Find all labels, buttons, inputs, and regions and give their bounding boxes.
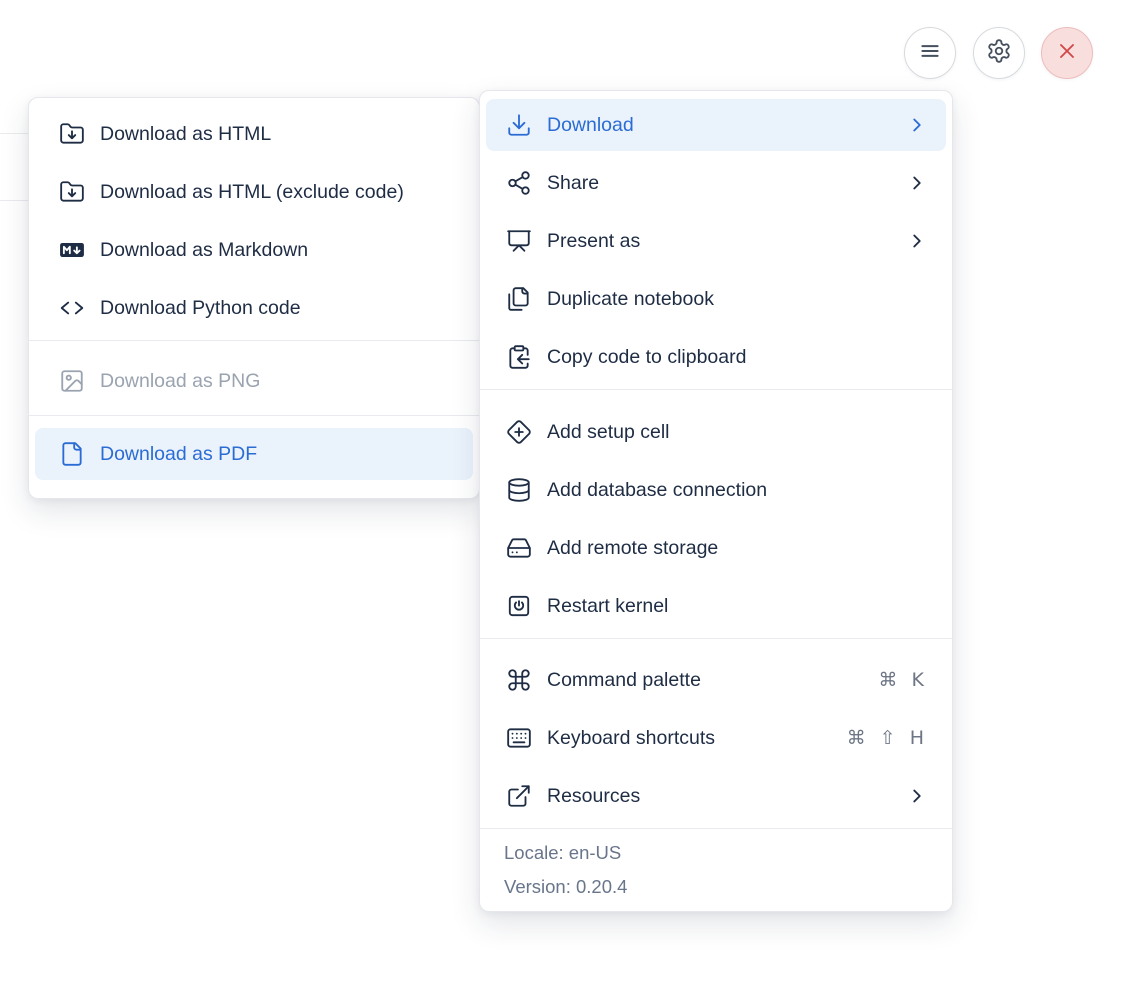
clipboard-copy-icon [506,344,532,370]
menu-item-keyboard-shortcuts[interactable]: Keyboard shortcuts ⌘ ⇧ H [486,712,946,764]
keyboard-shortcut-hint: ⌘ K [878,669,928,691]
menu-item-label: Restart kernel [547,594,669,617]
menu-item-label: Add remote storage [547,536,719,559]
menu-item-label: Duplicate notebook [547,287,714,310]
menu-item-restart-kernel[interactable]: Restart kernel [486,580,946,632]
download-icon [506,112,532,138]
folder-download-icon [59,121,85,147]
image-icon [59,368,85,394]
menu-item-label: Copy code to clipboard [547,345,747,368]
menu-item-resources[interactable]: Resources [486,770,946,822]
menu-item-label: Download as PDF [100,442,258,465]
menu-item-command-palette[interactable]: Command palette ⌘ K [486,654,946,706]
menu-item-download-as-html-exclude-code[interactable]: Download as HTML (exclude code) [35,166,473,218]
menu-item-label: Share [547,171,600,194]
menu-item-label: Resources [547,784,641,807]
keyboard-icon [506,725,532,751]
menu-separator [29,415,479,416]
diamond-plus-icon [506,419,532,445]
settings-button[interactable] [973,27,1025,79]
menu-item-label: Download [547,113,634,136]
menu-item-add-remote-storage[interactable]: Add remote storage [486,522,946,574]
database-icon [506,477,532,503]
hamburger-icon [917,38,943,69]
menu-item-present-as[interactable]: Present as [486,215,946,267]
menu-item-label: Download as HTML (exclude code) [100,180,404,203]
menu-item-duplicate-notebook[interactable]: Duplicate notebook [486,273,946,325]
menu-item-label: Add database connection [547,478,768,501]
close-button[interactable] [1041,27,1093,79]
menu-item-download-as-png: Download as PNG [35,355,473,407]
menu-item-label: Download as PNG [100,369,261,392]
download-submenu: Download as HTML Download as HTML (exclu… [28,97,480,499]
menu-item-download-as-pdf[interactable]: Download as PDF [35,428,473,480]
menu-separator [29,340,479,341]
menu-item-label: Download as Markdown [100,238,309,261]
menu-item-label: Add setup cell [547,420,670,443]
menu-item-label: Command palette [547,668,701,691]
menu-item-label: Present as [547,229,641,252]
menu-item-download-python-code[interactable]: Download Python code [35,282,473,334]
menu-item-copy-code-to-clipboard[interactable]: Copy code to clipboard [486,331,946,383]
power-icon [506,593,532,619]
chevron-right-icon [906,785,928,807]
chevron-right-icon [906,114,928,136]
chevron-right-icon [906,230,928,252]
menu-item-add-setup-cell[interactable]: Add setup cell [486,406,946,458]
menu-item-share[interactable]: Share [486,157,946,209]
hamburger-menu-button[interactable] [904,27,956,79]
chevron-right-icon [906,172,928,194]
menu-separator [480,638,952,639]
command-icon [506,667,532,693]
menu-item-label: Download as HTML [100,122,272,145]
file-icon [59,441,85,467]
menu-item-download[interactable]: Download [486,99,946,151]
code-icon [59,295,85,321]
markdown-icon [59,237,85,263]
page-divider-line [0,133,29,134]
menu-separator [480,389,952,390]
menu-item-label: Keyboard shortcuts [547,726,716,749]
hard-drive-icon [506,535,532,561]
menu-item-add-database-connection[interactable]: Add database connection [486,464,946,516]
gear-icon [986,38,1012,69]
keyboard-shortcut-hint: ⌘ ⇧ H [846,727,928,749]
share-icon [506,170,532,196]
menu-item-download-as-html[interactable]: Download as HTML [35,108,473,160]
external-link-icon [506,783,532,809]
version-text: Version: 0.20.4 [504,876,628,897]
locale-text: Locale: en-US [504,842,622,863]
folder-download-icon [59,179,85,205]
close-icon [1055,39,1079,68]
menu-item-label: Download Python code [100,296,301,319]
duplicate-icon [506,286,532,312]
presentation-icon [506,228,532,254]
menu-item-download-as-markdown[interactable]: Download as Markdown [35,224,473,276]
page-divider-line [0,200,29,201]
notebook-actions-menu: Download Share Present as Duplicate note… [479,90,953,912]
menu-footer: Locale: en-US Version: 0.20.4 [480,829,952,903]
